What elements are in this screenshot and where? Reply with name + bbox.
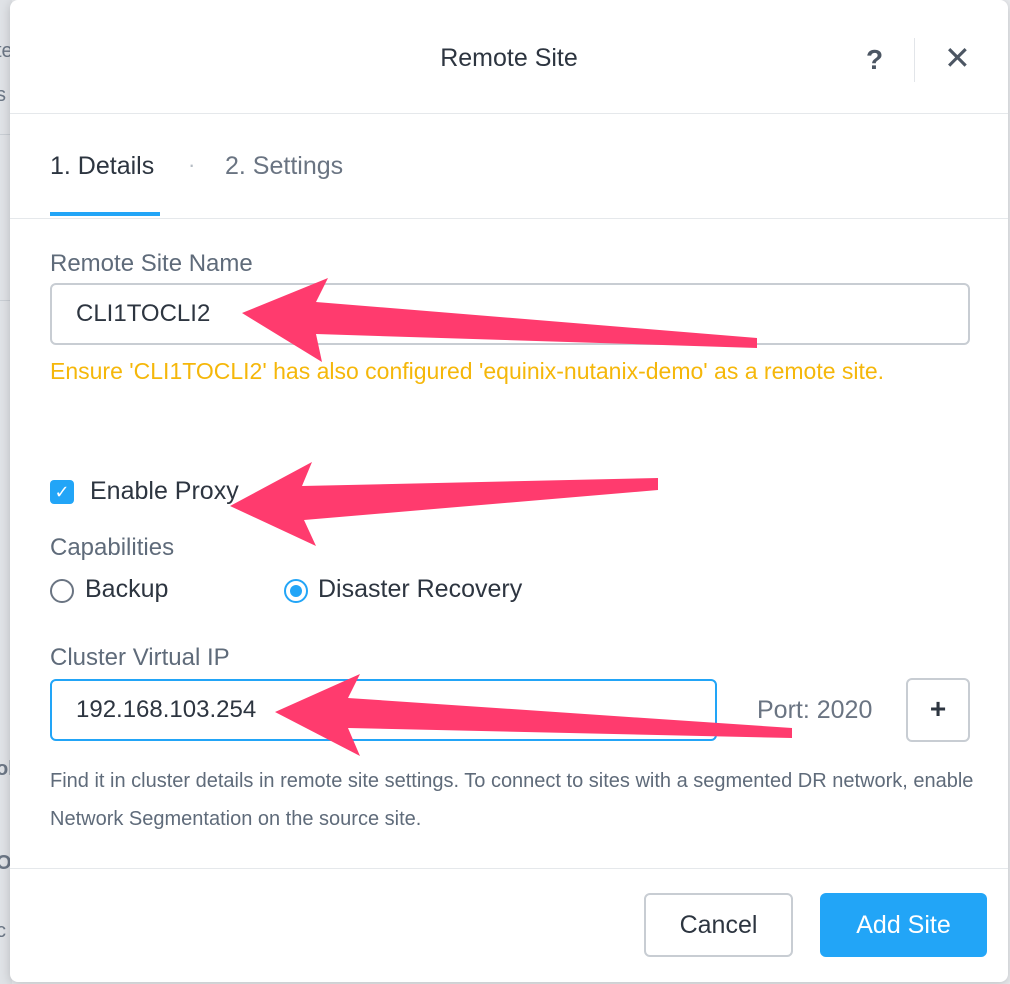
wizard-tabs: 1. Details · 2. Settings xyxy=(10,114,1008,219)
port-text: Port: 2020 xyxy=(757,696,873,724)
backup-radio-label[interactable]: Backup xyxy=(85,575,168,604)
enable-proxy-label[interactable]: Enable Proxy xyxy=(90,477,239,506)
background-text: c xyxy=(0,920,6,942)
tab-details[interactable]: 1. Details xyxy=(50,152,154,181)
background-text: s xyxy=(0,84,6,106)
header-divider xyxy=(914,38,915,82)
cluster-virtual-ip-label: Cluster Virtual IP xyxy=(50,644,230,671)
capabilities-label: Capabilities xyxy=(50,534,175,561)
cancel-button[interactable]: Cancel xyxy=(644,893,793,957)
cluster-virtual-ip-input[interactable]: 192.168.103.254 xyxy=(50,679,717,741)
backup-radio[interactable] xyxy=(50,579,74,603)
tab-separator: · xyxy=(188,152,196,177)
remote-site-name-label: Remote Site Name xyxy=(50,250,253,277)
close-icon[interactable]: ✕ xyxy=(944,42,971,74)
dialog-header: Remote Site ? ✕ xyxy=(10,0,1008,114)
remote-site-dialog: Remote Site ? ✕ 1. Details · 2. Settings… xyxy=(10,0,1008,982)
disaster-recovery-radio-label[interactable]: Disaster Recovery xyxy=(318,575,522,604)
dialog-title: Remote Site xyxy=(440,44,578,72)
add-site-button[interactable]: Add Site xyxy=(820,893,987,957)
add-ip-button[interactable]: + xyxy=(906,678,970,742)
enable-proxy-checkbox[interactable]: ✓ xyxy=(50,480,74,504)
remote-site-name-input[interactable]: CLI1TOCLI2 xyxy=(50,283,970,345)
disaster-recovery-radio[interactable] xyxy=(284,579,308,603)
help-icon[interactable]: ? xyxy=(866,44,883,76)
cluster-ip-help-text: Find it in cluster details in remote sit… xyxy=(50,770,974,830)
warning-message: Ensure 'CLI1TOCLI2' has also configured … xyxy=(50,358,885,384)
active-tab-indicator xyxy=(50,212,160,216)
tab-settings[interactable]: 2. Settings xyxy=(225,152,343,181)
footer-divider xyxy=(10,868,1008,869)
